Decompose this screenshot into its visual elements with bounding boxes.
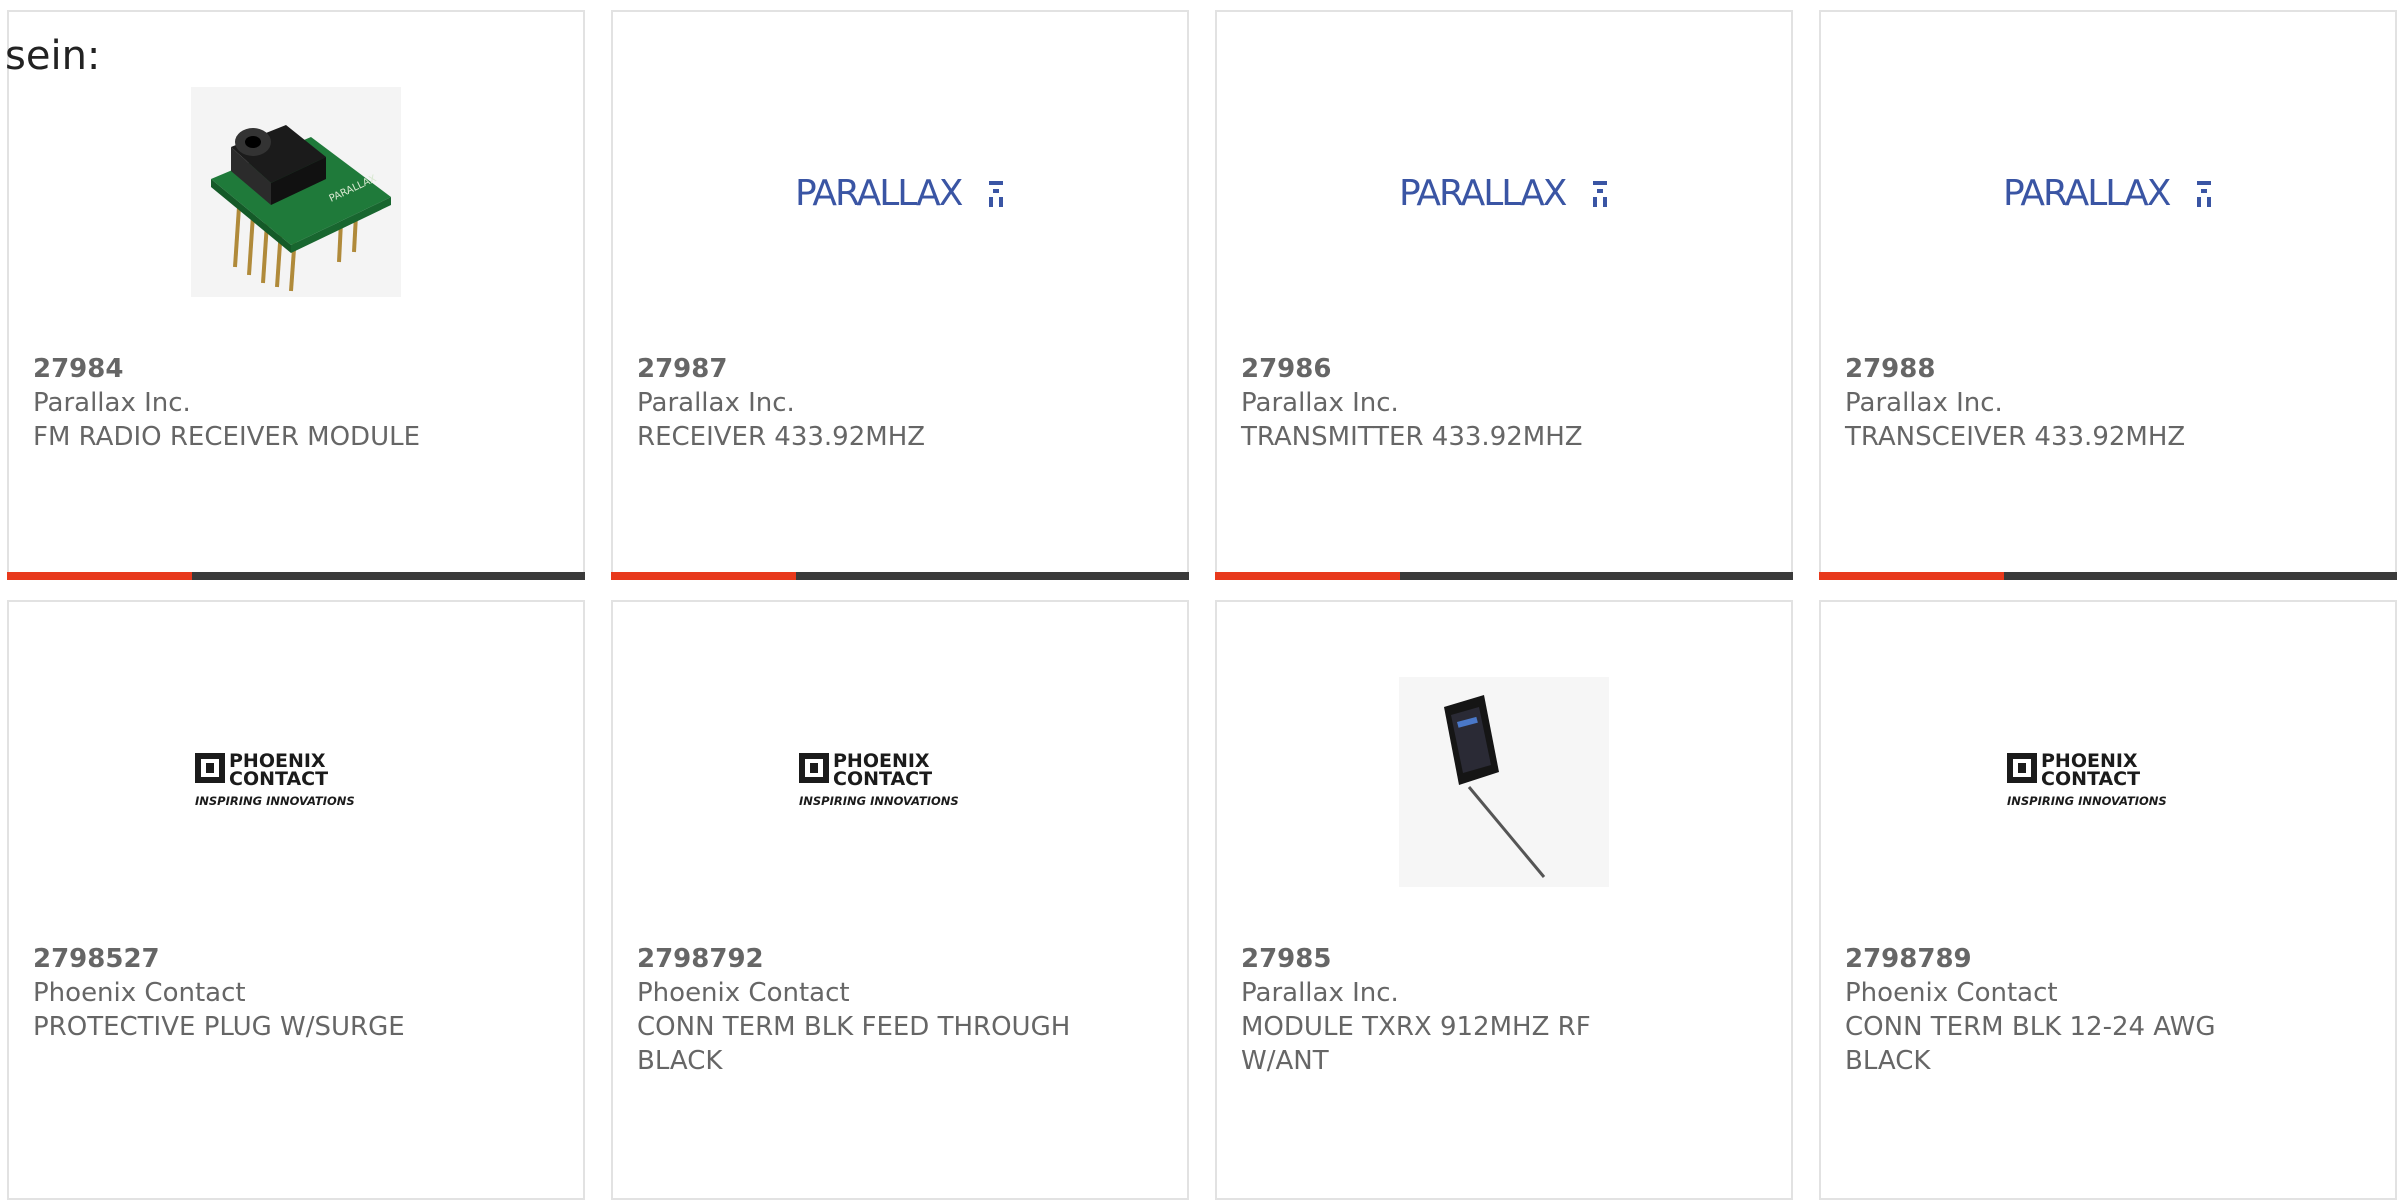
product-card[interactable]: PARALLAX 27984 Parallax Inc. FM RADIO RE… (7, 10, 585, 580)
product-image[interactable]: PHOENIX CONTACT INSPIRING INNOVATIONS (1821, 662, 2395, 902)
description: PROTECTIVE PLUG W/SURGE (33, 1012, 405, 1042)
svg-text:INSPIRING INNOVATIONS: INSPIRING INNOVATIONS (799, 794, 959, 808)
product-grid: PARALLAX 27984 Parallax Inc. FM RADIO RE… (0, 0, 2400, 1200)
product-info: 27986 Parallax Inc. TRANSMITTER 433.92MH… (1241, 352, 1767, 454)
svg-text:CONTACT: CONTACT (229, 768, 328, 790)
product-image[interactable]: PARALLAX (1217, 72, 1791, 312)
part-number[interactable]: 2798792 (637, 942, 1163, 976)
product-info: 27985 Parallax Inc. MODULE TXRX 912MHZ R… (1241, 942, 1767, 1078)
product-image[interactable]: PHOENIX CONTACT INSPIRING INNOVATIONS (9, 662, 583, 902)
product-info: 27988 Parallax Inc. TRANSCEIVER 433.92MH… (1845, 352, 2371, 454)
product-card[interactable]: 27985 Parallax Inc. MODULE TXRX 912MHZ R… (1215, 600, 1793, 1200)
manufacturer: Parallax Inc. (33, 388, 191, 418)
jack-module-photo-icon: PARALLAX (191, 87, 401, 297)
manufacturer: Phoenix Contact (33, 978, 246, 1008)
part-number[interactable]: 2798789 (1845, 942, 2371, 976)
phoenix-logo-icon: PHOENIX CONTACT INSPIRING INNOVATIONS (195, 750, 355, 808)
product-image[interactable]: PARALLAX (1821, 72, 2395, 312)
part-number[interactable]: 27986 (1241, 352, 1767, 386)
description: FM RADIO RECEIVER MODULE (33, 422, 421, 452)
manufacturer: Phoenix Contact (637, 978, 850, 1008)
product-card[interactable]: PARALLAX 27987 Parallax Inc. RECEIVER 43… (611, 10, 1189, 580)
product-card[interactable]: PARALLAX 27988 Parallax Inc. TRANSCEIVER… (1819, 10, 2397, 580)
part-number[interactable]: 2798527 (33, 942, 559, 976)
product-card[interactable]: PARALLAX 27986 Parallax Inc. TRANSMITTER… (1215, 10, 1793, 580)
svg-text:PARALLAX: PARALLAX (795, 173, 963, 214)
part-number[interactable]: 27987 (637, 352, 1163, 386)
card-accent-bar (1819, 572, 2397, 580)
product-card[interactable]: PHOENIX CONTACT INSPIRING INNOVATIONS 27… (7, 600, 585, 1200)
product-image[interactable]: PARALLAX (9, 72, 583, 312)
description: RECEIVER 433.92MHZ (637, 422, 926, 452)
phoenix-logo-icon: PHOENIX CONTACT INSPIRING INNOVATIONS (2007, 750, 2167, 808)
part-number[interactable]: 27985 (1241, 942, 1767, 976)
card-accent-bar (7, 572, 585, 580)
svg-text:INSPIRING INNOVATIONS: INSPIRING INNOVATIONS (2007, 794, 2167, 808)
description: CONN TERM BLK 12-24 AWG BLACK (1845, 1012, 2216, 1076)
phoenix-logo-icon: PHOENIX CONTACT INSPIRING INNOVATIONS (799, 750, 959, 808)
product-info: 27987 Parallax Inc. RECEIVER 433.92MHZ (637, 352, 1163, 454)
parallax-logo-icon: PARALLAX (795, 173, 1003, 214)
product-info: 27984 Parallax Inc. FM RADIO RECEIVER MO… (33, 352, 559, 454)
product-info: 2798792 Phoenix Contact CONN TERM BLK FE… (637, 942, 1163, 1078)
parallax-logo-icon: PARALLAX (2003, 173, 2211, 214)
manufacturer: Parallax Inc. (1241, 978, 1399, 1008)
svg-text:INSPIRING INNOVATIONS: INSPIRING INNOVATIONS (195, 794, 355, 808)
description: CONN TERM BLK FEED THROUGH BLACK (637, 1012, 1071, 1076)
svg-text:PARALLAX: PARALLAX (2003, 173, 2171, 214)
manufacturer: Parallax Inc. (637, 388, 795, 418)
manufacturer: Parallax Inc. (1845, 388, 2003, 418)
product-image[interactable] (1217, 662, 1791, 902)
card-accent-bar (1215, 572, 1793, 580)
description: TRANSCEIVER 433.92MHZ (1845, 422, 2186, 452)
part-number[interactable]: 27988 (1845, 352, 2371, 386)
product-info: 2798789 Phoenix Contact CONN TERM BLK 12… (1845, 942, 2371, 1078)
product-image[interactable]: PARALLAX (613, 72, 1187, 312)
manufacturer: Phoenix Contact (1845, 978, 2058, 1008)
svg-text:CONTACT: CONTACT (2041, 768, 2140, 790)
manufacturer: Parallax Inc. (1241, 388, 1399, 418)
description: MODULE TXRX 912MHZ RF W/ANT (1241, 1012, 1591, 1076)
product-card[interactable]: PHOENIX CONTACT INSPIRING INNOVATIONS 27… (1819, 600, 2397, 1200)
part-number[interactable]: 27984 (33, 352, 559, 386)
intro-text: sein: (5, 33, 101, 79)
svg-text:PARALLAX: PARALLAX (1399, 173, 1567, 214)
card-accent-bar (611, 572, 1189, 580)
svg-text:CONTACT: CONTACT (833, 768, 932, 790)
product-card[interactable]: PHOENIX CONTACT INSPIRING INNOVATIONS 27… (611, 600, 1189, 1200)
product-image[interactable]: PHOENIX CONTACT INSPIRING INNOVATIONS (613, 662, 1187, 902)
description: TRANSMITTER 433.92MHZ (1241, 422, 1583, 452)
product-info: 2798527 Phoenix Contact PROTECTIVE PLUG … (33, 942, 559, 1044)
rf-module-photo-icon (1399, 677, 1609, 887)
parallax-logo-icon: PARALLAX (1399, 173, 1607, 214)
